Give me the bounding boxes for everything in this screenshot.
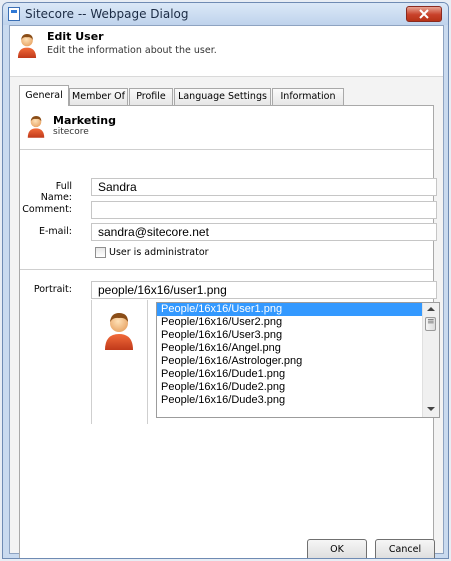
email-label: E-mail: bbox=[39, 226, 72, 237]
portrait-label: Portrait: bbox=[33, 284, 72, 295]
divider bbox=[20, 149, 433, 150]
divider bbox=[20, 269, 433, 270]
portrait-field[interactable]: people/16x16/user1.png bbox=[91, 281, 437, 299]
listbox-scrollbar[interactable] bbox=[422, 303, 439, 417]
comment-field[interactable] bbox=[91, 201, 437, 219]
tab-language-settings[interactable]: Language Settings bbox=[174, 88, 271, 105]
cancel-button[interactable]: Cancel bbox=[375, 539, 435, 558]
scroll-down-icon[interactable] bbox=[427, 407, 435, 411]
tab-general[interactable]: General bbox=[19, 85, 69, 106]
list-item[interactable]: People/16x16/Dude1.png bbox=[157, 368, 439, 381]
scroll-thumb[interactable] bbox=[425, 317, 436, 331]
administrator-checkbox[interactable] bbox=[95, 247, 106, 258]
comment-label: Comment: bbox=[22, 204, 72, 215]
close-button[interactable] bbox=[406, 6, 442, 22]
list-item[interactable]: People/16x16/User3.png bbox=[157, 329, 439, 342]
title-bar[interactable]: Sitecore -- Webpage Dialog bbox=[3, 3, 448, 25]
dialog-client: Edit User Edit the information about the… bbox=[9, 25, 444, 558]
email-field[interactable]: sandra@sitecore.net bbox=[91, 223, 437, 241]
user-name: Marketing bbox=[53, 114, 117, 127]
tab-member-of[interactable]: Member Of bbox=[69, 88, 128, 105]
dialog-title: Edit User bbox=[47, 30, 104, 43]
administrator-label: User is administrator bbox=[109, 247, 209, 258]
list-item[interactable]: People/16x16/Dude3.png bbox=[157, 394, 439, 407]
tab-profile[interactable]: Profile bbox=[129, 88, 173, 105]
page-icon bbox=[8, 7, 20, 21]
tab-information[interactable]: Information bbox=[272, 88, 344, 105]
portrait-user-icon bbox=[102, 310, 136, 350]
list-item[interactable]: People/16x16/Astrologer.png bbox=[157, 355, 439, 368]
scroll-up-icon[interactable] bbox=[427, 307, 435, 311]
portrait-preview bbox=[91, 300, 148, 424]
general-panel: Marketing sitecore Full Name: Sandra Com… bbox=[19, 105, 440, 558]
dialog-window: Sitecore -- Webpage Dialog Edit User Edi… bbox=[2, 2, 449, 559]
list-item[interactable]: People/16x16/User1.png bbox=[157, 303, 439, 316]
window-title: Sitecore -- Webpage Dialog bbox=[25, 7, 189, 21]
full-name-field[interactable]: Sandra bbox=[91, 178, 437, 196]
close-icon bbox=[419, 9, 429, 19]
user-icon bbox=[16, 32, 38, 58]
dialog-subtitle: Edit the information about the user. bbox=[47, 45, 217, 56]
ok-button[interactable]: OK bbox=[307, 539, 367, 558]
full-name-label: Full Name: bbox=[40, 181, 72, 203]
dialog-body: General Member Of Profile Language Setti… bbox=[10, 76, 443, 558]
user-icon bbox=[26, 114, 46, 138]
list-item[interactable]: People/16x16/Dude2.png bbox=[157, 381, 439, 394]
list-item[interactable]: People/16x16/Angel.png bbox=[157, 342, 439, 355]
user-domain: sitecore bbox=[53, 127, 89, 137]
dialog-header: Edit User Edit the information about the… bbox=[10, 26, 443, 76]
portrait-listbox[interactable]: People/16x16/User1.png People/16x16/User… bbox=[156, 302, 440, 418]
list-item[interactable]: People/16x16/User2.png bbox=[157, 316, 439, 329]
